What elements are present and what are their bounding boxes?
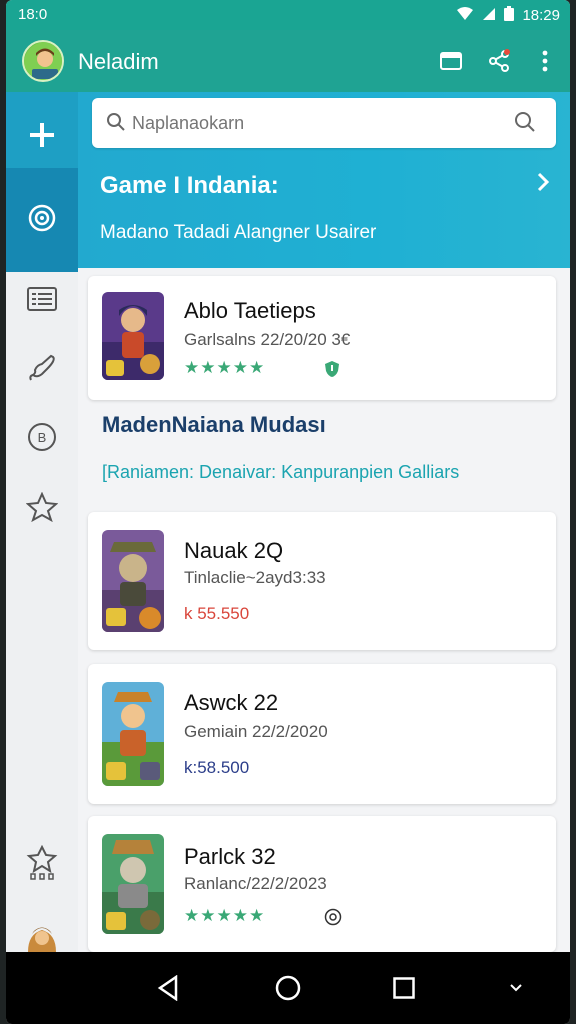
- chevron-right-icon[interactable]: [536, 172, 550, 198]
- app-title: Neladim: [78, 49, 159, 74]
- chevron-down-icon[interactable]: [494, 966, 538, 1010]
- sidebar-item-badge[interactable]: B: [6, 414, 78, 464]
- game-thumbnail: [102, 834, 164, 934]
- brush-icon: [27, 354, 57, 389]
- shield-icon: [324, 360, 340, 383]
- info-circle-icon: [324, 908, 342, 931]
- list-item[interactable]: Aswck 22 Gemiain 22/2/2020 k:58.500: [88, 664, 556, 804]
- screen: 18:0 18:29 Neladim B Naplanaokarn Game I…: [6, 0, 570, 1024]
- avatar[interactable]: [22, 40, 64, 82]
- app-bar: Neladim: [6, 30, 570, 92]
- search-bar[interactable]: [92, 98, 556, 148]
- card-title: Nauak 2Q: [184, 538, 284, 563]
- sidebar-item-discover[interactable]: [6, 168, 78, 272]
- search-icon: [106, 112, 126, 137]
- device-frame: 18:0 18:29 Neladim B Naplanaokarn Game I…: [0, 0, 576, 1024]
- window-icon[interactable]: [436, 46, 466, 76]
- game-thumbnail: [102, 530, 164, 632]
- svg-text:B: B: [38, 430, 47, 445]
- game-thumbnail: [102, 292, 164, 380]
- star-outline-icon: [25, 491, 59, 527]
- badge-icon: B: [27, 422, 57, 457]
- trophy-icon: [26, 844, 58, 886]
- hero-subtitle: Madano Tadadi Alangner Usairer: [100, 222, 377, 243]
- status-time: 18:0: [18, 6, 48, 23]
- share-icon[interactable]: [484, 46, 514, 76]
- card-price: k:58.500: [184, 758, 250, 777]
- rating-stars: ★★★★★: [184, 358, 266, 377]
- card-title: Ablo Taetieps: [184, 298, 316, 323]
- home-icon[interactable]: [266, 966, 310, 1010]
- featured-game-card[interactable]: Ablo Taetieps Garlsalns 22/20/20 3€ ★★★★…: [88, 276, 556, 400]
- recents-icon[interactable]: [382, 966, 426, 1010]
- hero-title: Game I Indania:: [100, 172, 279, 199]
- card-date: Garlsalns 22/20/20 3€: [184, 330, 351, 349]
- sidebar-item-achievements[interactable]: [6, 840, 78, 890]
- card-title: Aswck 22: [184, 690, 279, 715]
- hero-banner: Game I Indania: Madano Tadadi Alangner U…: [78, 92, 570, 268]
- list-icon: [27, 286, 57, 316]
- list-item[interactable]: Nauak 2Q Tinlaclie~2ayd3:33 k 55.550: [88, 512, 556, 650]
- compass-icon: [28, 204, 56, 237]
- add-icon[interactable]: [6, 110, 78, 160]
- sidebar-profile-thumb[interactable]: [6, 922, 78, 952]
- section-subtitle: [Raniamen: Denaivar: Kanpuranpien Gallia…: [102, 462, 460, 482]
- card-title: Parlck 32: [184, 844, 276, 869]
- card-date: Gemiain 22/2/2020: [184, 722, 328, 741]
- sidebar-item-favorites[interactable]: [6, 484, 78, 534]
- status-bar: 18:0 18:29: [6, 0, 570, 30]
- back-icon[interactable]: [146, 966, 190, 1010]
- sidebar: B: [6, 92, 78, 952]
- search-input[interactable]: [132, 108, 492, 138]
- rating-stars: ★★★★★: [184, 906, 266, 925]
- signal-icon: [482, 7, 496, 25]
- wifi-icon: [456, 6, 474, 25]
- status-clock: 18:29: [522, 7, 560, 24]
- main-content: Game I Indania: Madano Tadadi Alangner U…: [78, 92, 570, 952]
- sidebar-item-tools[interactable]: [6, 346, 78, 396]
- sidebar-item-list[interactable]: [6, 276, 78, 326]
- card-date: Tinlaclie~2ayd3:33: [184, 568, 326, 587]
- system-nav-bar: [6, 952, 570, 1024]
- search-submit-icon[interactable]: [514, 111, 536, 138]
- battery-icon: [504, 6, 515, 25]
- game-thumbnail: [102, 682, 164, 786]
- section-title: MadenNaiana Mudası: [102, 412, 326, 437]
- card-date: Ranlanc/22/2/2023: [184, 874, 327, 893]
- card-price: k 55.550: [184, 604, 250, 623]
- more-vert-icon[interactable]: [530, 46, 560, 76]
- list-item[interactable]: Parlck 32 Ranlanc/22/2/2023 ★★★★★: [88, 816, 556, 952]
